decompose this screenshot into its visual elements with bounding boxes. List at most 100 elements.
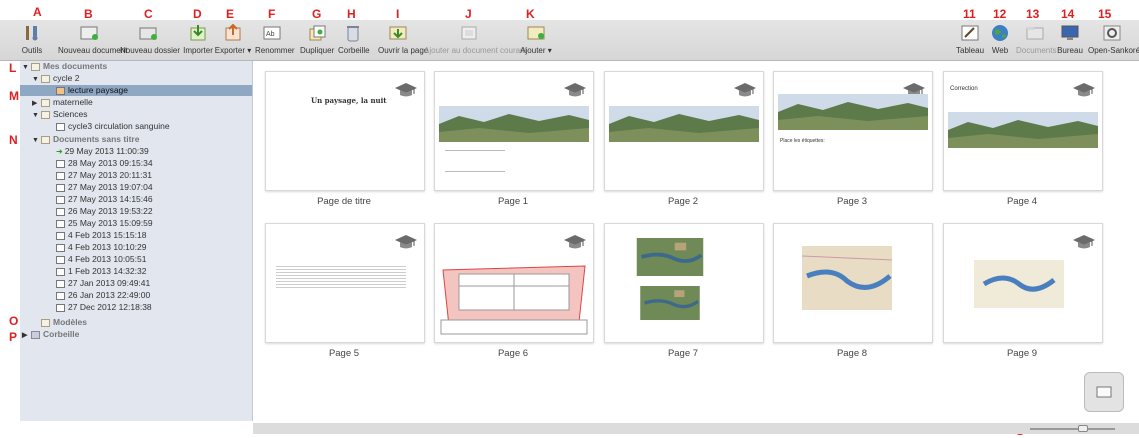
importer-button[interactable]: Importer [183, 20, 213, 60]
new-folder-icon [139, 27, 157, 40]
page-thumbnail[interactable]: Place les étiquettes: [773, 71, 933, 191]
ouvrir-page-label: Ouvrir la page [378, 46, 429, 55]
annotation-letter-b: B [84, 7, 93, 21]
exporter-label: Exporter ▾ [214, 46, 252, 55]
page-thumbnail[interactable]: Correction [943, 71, 1103, 191]
current-document-arrow-icon: ➜ [56, 147, 63, 156]
nouveau-document-button[interactable]: Nouveau document [58, 20, 128, 60]
tree-doc-lecture-paysage[interactable]: lecture paysage [20, 85, 252, 96]
tree-dated-document[interactable]: 4 Feb 2013 10:05:51 [56, 254, 146, 265]
tree-folder-maternelle[interactable]: ▶ maternelle [32, 97, 93, 108]
page-thumbnail[interactable] [265, 223, 425, 343]
annotation-letter-m: M [9, 89, 19, 103]
tree-label: 1 Feb 2013 14:32:32 [68, 266, 147, 276]
expanded-arrow-icon[interactable]: ▼ [32, 110, 41, 121]
page-thumbnail[interactable] [434, 71, 594, 191]
page-thumbnail[interactable]: Un paysage, la nuit [265, 71, 425, 191]
expanded-arrow-icon[interactable]: ▼ [32, 135, 41, 146]
documents-button[interactable]: Documents [1016, 20, 1056, 60]
mortarboard-icon [395, 83, 417, 97]
tree-mes-documents[interactable]: ▼ Mes documents [22, 61, 107, 72]
tree-corbeille[interactable]: ▶ Corbeille [22, 329, 79, 340]
ouvrir-page-button[interactable]: Ouvrir la page [378, 20, 429, 60]
tree-dated-document[interactable]: 4 Feb 2013 10:10:29 [56, 242, 146, 253]
ajouter-button[interactable]: Ajouter ▾ [517, 20, 555, 60]
renommer-button[interactable]: Ab Renommer [255, 20, 295, 60]
aerial-photo [636, 238, 704, 276]
tree-dated-document[interactable]: 27 May 2013 19:07:04 [56, 182, 153, 193]
page-caption: Page 9 [1006, 348, 1038, 359]
map-image [974, 260, 1064, 308]
open-sankore-button[interactable]: Open-Sankoré ▾ [1088, 20, 1139, 60]
tree-dated-document[interactable]: 26 May 2013 19:53:22 [56, 206, 153, 217]
annotation-letter-k: K [526, 7, 535, 21]
page-thumbnail[interactable] [434, 223, 594, 343]
page-thumbnail[interactable] [773, 223, 933, 343]
tree-dated-document[interactable]: 27 Jan 2013 09:49:41 [56, 278, 150, 289]
dupliquer-button[interactable]: Dupliquer [300, 20, 334, 60]
page-thumbnail[interactable] [604, 223, 764, 343]
folder-icon [41, 74, 50, 83]
annotation-number-13: 13 [1026, 7, 1040, 21]
tree-dated-document[interactable]: ➜ 29 May 2013 11:00:39 [56, 146, 149, 157]
tree-label: 27 May 2013 19:07:04 [68, 182, 153, 192]
expanded-arrow-icon[interactable]: ▼ [32, 74, 41, 85]
outils-button[interactable]: Outils [18, 20, 46, 60]
tree-dated-document[interactable]: 28 May 2013 09:15:34 [56, 158, 153, 169]
annotation-number-12: 12 [993, 7, 1007, 21]
tree-dated-document[interactable]: 25 May 2013 15:09:59 [56, 218, 153, 229]
collapsed-arrow-icon[interactable]: ▶ [32, 98, 41, 109]
add-icon [527, 26, 545, 40]
web-button[interactable]: Web [988, 20, 1012, 60]
nouveau-dossier-label: Nouveau dossier [120, 46, 181, 55]
tree-label: Documents sans titre [53, 134, 140, 144]
zoom-slider-handle[interactable] [1078, 425, 1088, 432]
tree-folder-sciences[interactable]: ▼ Sciences [32, 109, 88, 120]
corbeille-label: Corbeille [338, 46, 370, 55]
nouveau-dossier-button[interactable]: Nouveau dossier [120, 20, 181, 60]
annotation-letter-i: I [396, 7, 400, 21]
documents-icon [1026, 27, 1044, 40]
status-strip [253, 423, 1139, 434]
landscape-image [778, 94, 928, 130]
document-tree-sidebar: ▼ Mes documents ▼ cycle 2 lecture paysage … [20, 61, 253, 421]
ajouter-document-courant-button[interactable]: Ajouter au document courant [424, 20, 527, 60]
tree-documents-sans-titre[interactable]: ▼ Documents sans titre [32, 134, 139, 145]
bureau-button[interactable]: Bureau [1056, 20, 1084, 60]
landscape-image [439, 106, 589, 142]
document-icon [56, 195, 65, 204]
zoom-slider-track[interactable] [1030, 428, 1115, 430]
page-thumbnail[interactable] [604, 71, 764, 191]
collapsed-arrow-icon[interactable]: ▶ [22, 330, 31, 341]
board-toggle-icon [1096, 386, 1112, 398]
tableau-button[interactable]: Tableau [956, 20, 984, 60]
floating-board-button[interactable] [1084, 372, 1124, 412]
annotation-letter-e: E [226, 7, 235, 21]
tree-dated-document[interactable]: 27 May 2013 14:15:46 [56, 194, 153, 205]
table-diagram [440, 265, 588, 335]
annotation-letter-a: A [33, 5, 42, 19]
tree-modeles[interactable]: Modèles [32, 317, 87, 328]
tree-label: maternelle [53, 97, 93, 107]
tree-label: cycle 2 [53, 73, 80, 83]
annotation-number-15: 15 [1098, 7, 1112, 21]
tree-doc-cycle3[interactable]: cycle3 circulation sanguine [56, 121, 170, 132]
corbeille-button[interactable]: Corbeille [338, 20, 370, 60]
tree-dated-document[interactable]: 4 Feb 2013 15:15:18 [56, 230, 146, 241]
document-icon [56, 279, 65, 288]
expanded-arrow-icon[interactable]: ▼ [22, 62, 31, 73]
exporter-button[interactable]: Exporter ▾ [214, 20, 252, 60]
tree-folder-cycle2[interactable]: ▼ cycle 2 [32, 73, 79, 84]
tree-dated-document[interactable]: 27 May 2013 20:11:31 [56, 170, 152, 181]
tree-dated-document[interactable]: 26 Jan 2013 22:49:00 [56, 290, 150, 301]
page-caption: Page 4 [1006, 196, 1038, 207]
mortarboard-icon [395, 235, 417, 249]
open-sankore-label: Open-Sankoré ▾ [1088, 46, 1139, 55]
page-caption: Page 2 [667, 196, 699, 207]
tree-dated-document[interactable]: 1 Feb 2013 14:32:32 [56, 266, 146, 277]
page-thumbnail[interactable] [943, 223, 1103, 343]
nouveau-document-label: Nouveau document [58, 46, 128, 55]
folder-icon [41, 98, 50, 107]
tree-dated-document[interactable]: 27 Dec 2012 12:18:38 [56, 302, 152, 313]
annotation-letter-o: O [9, 314, 19, 328]
